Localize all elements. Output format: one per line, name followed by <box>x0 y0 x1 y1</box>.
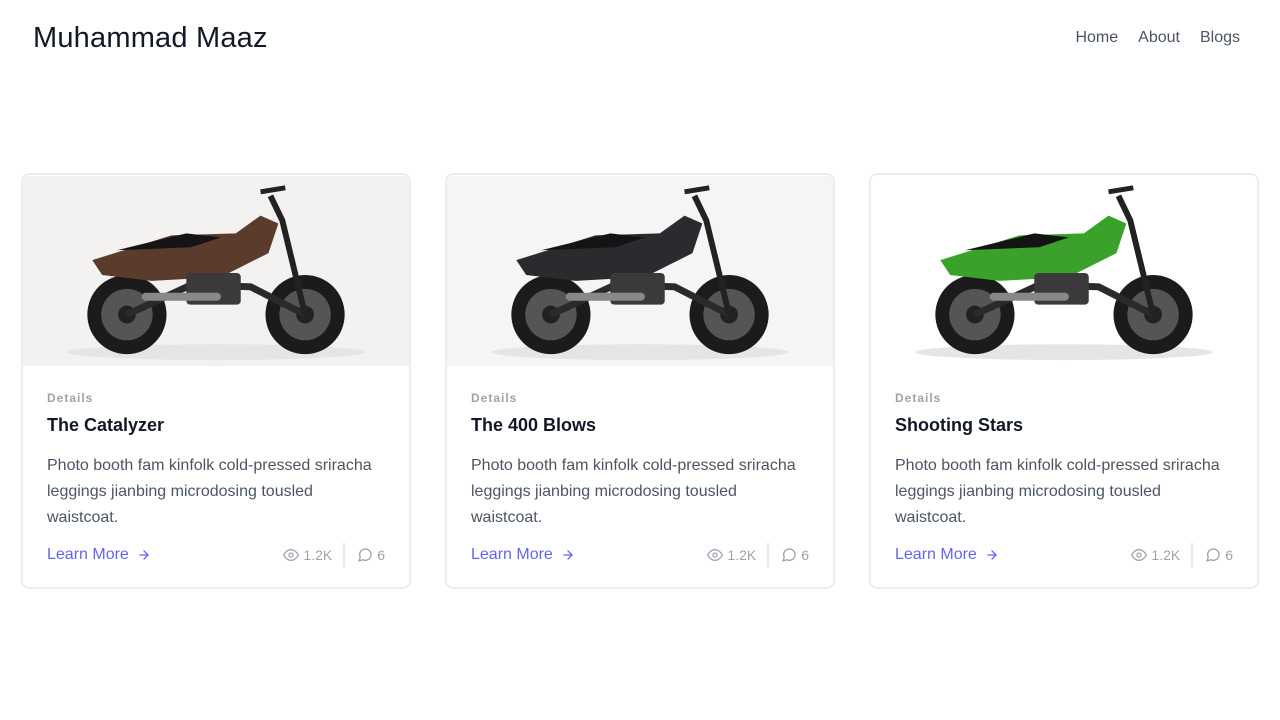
main-nav: Home About Blogs <box>1075 29 1240 47</box>
views-count: 1.2K <box>303 547 333 563</box>
card-category: Details <box>895 391 942 405</box>
card-category: Details <box>47 391 94 405</box>
blog-card: Details The 400 Blows Photo booth fam ki… <box>445 173 835 589</box>
comments-stat: 6 <box>345 547 385 563</box>
comments-count: 6 <box>1225 547 1233 563</box>
eye-icon <box>1131 549 1148 561</box>
comment-icon <box>1206 548 1220 562</box>
site-brand[interactable]: Muhammad Maaz <box>33 22 268 55</box>
learn-more-label: Learn More <box>895 546 977 563</box>
card-title: Shooting Stars <box>895 415 1024 435</box>
views-stat: 1.2K <box>283 543 346 567</box>
nav-blogs-link[interactable]: Blogs <box>1200 29 1240 47</box>
views-stat: 1.2K <box>1131 543 1194 567</box>
learn-more-link[interactable]: Learn More <box>471 546 575 564</box>
learn-more-label: Learn More <box>47 546 129 563</box>
motorcycle-image <box>447 175 833 367</box>
blog-card: Details Shooting Stars Photo booth fam k… <box>869 173 1259 589</box>
card-grid: Details The Catalyzer Photo booth fam ki… <box>21 173 1259 589</box>
arrow-right-icon <box>563 550 573 560</box>
motorcycle-image <box>23 175 409 367</box>
card-description: Photo booth fam kinfolk cold-pressed sri… <box>895 457 1220 526</box>
learn-more-label: Learn More <box>471 546 553 563</box>
arrow-right-icon <box>139 550 149 560</box>
nav-home-link[interactable]: Home <box>1075 29 1118 47</box>
comment-icon <box>782 548 796 562</box>
card-description: Photo booth fam kinfolk cold-pressed sri… <box>471 457 796 526</box>
views-count: 1.2K <box>1151 547 1181 563</box>
card-title: The Catalyzer <box>47 415 165 435</box>
comments-stat: 6 <box>769 547 809 563</box>
eye-icon <box>707 549 724 561</box>
card-description: Photo booth fam kinfolk cold-pressed sri… <box>47 457 372 526</box>
comments-stat: 6 <box>1193 547 1233 563</box>
arrow-right-icon <box>987 550 997 560</box>
learn-more-link[interactable]: Learn More <box>47 546 151 564</box>
card-category: Details <box>471 391 518 405</box>
nav-about-link[interactable]: About <box>1138 29 1180 47</box>
comments-count: 6 <box>801 547 809 563</box>
site-header: Muhammad Maaz Home About Blogs <box>0 0 1280 80</box>
comments-count: 6 <box>377 547 385 563</box>
card-title: The 400 Blows <box>471 415 597 435</box>
views-count: 1.2K <box>727 547 757 563</box>
blog-card: Details The Catalyzer Photo booth fam ki… <box>21 173 411 589</box>
comment-icon <box>358 548 372 562</box>
motorcycle-image <box>871 175 1257 367</box>
learn-more-link[interactable]: Learn More <box>895 546 999 564</box>
views-stat: 1.2K <box>707 543 770 567</box>
eye-icon <box>283 549 300 561</box>
